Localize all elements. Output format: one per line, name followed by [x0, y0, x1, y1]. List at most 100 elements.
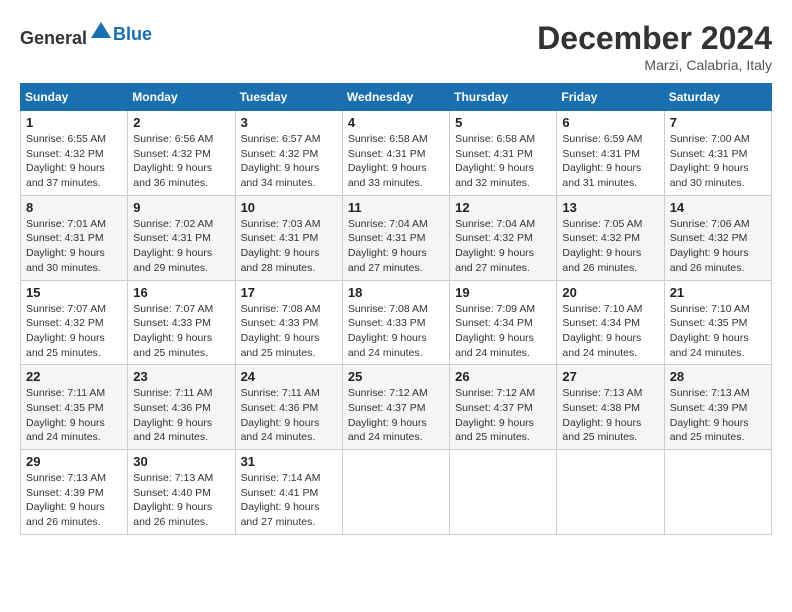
day-info: Sunrise: 7:04 AMSunset: 4:32 PMDaylight:…	[455, 217, 551, 276]
day-number: 23	[133, 369, 229, 384]
table-row: 8Sunrise: 7:01 AMSunset: 4:31 PMDaylight…	[21, 195, 128, 280]
table-row: 3 Sunrise: 6:57 AMSunset: 4:32 PMDaylight…	[235, 111, 342, 196]
calendar-header-row: Sunday Monday Tuesday Wednesday Thursday…	[21, 84, 772, 111]
day-info: Sunrise: 6:58 AMSunset: 4:31 PMDaylight:…	[348, 132, 444, 191]
table-row: 30 Sunrise: 7:13 AMSunset: 4:40 PMDayligh…	[128, 450, 235, 535]
day-number: 9	[133, 200, 229, 215]
day-info: Sunrise: 7:13 AMSunset: 4:40 PMDaylight:…	[133, 471, 229, 530]
day-number: 11	[348, 200, 444, 215]
day-number: 22	[26, 369, 122, 384]
day-info: Sunrise: 7:11 AMSunset: 4:35 PMDaylight:…	[26, 386, 122, 445]
day-number: 24	[241, 369, 337, 384]
day-info: Sunrise: 7:05 AMSunset: 4:32 PMDaylight:…	[562, 217, 658, 276]
day-number: 17	[241, 285, 337, 300]
table-row: 9 Sunrise: 7:02 AMSunset: 4:31 PMDaylight…	[128, 195, 235, 280]
day-info: Sunrise: 7:08 AMSunset: 4:33 PMDaylight:…	[348, 302, 444, 361]
day-info: Sunrise: 7:13 AMSunset: 4:38 PMDaylight:…	[562, 386, 658, 445]
table-row: 26 Sunrise: 7:12 AMSunset: 4:37 PMDayligh…	[450, 365, 557, 450]
day-info: Sunrise: 6:58 AMSunset: 4:31 PMDaylight:…	[455, 132, 551, 191]
table-row: 10Sunrise: 7:03 AMSunset: 4:31 PMDayligh…	[235, 195, 342, 280]
day-info: Sunrise: 7:01 AMSunset: 4:31 PMDaylight:…	[26, 217, 122, 276]
calendar-row: 22 Sunrise: 7:11 AMSunset: 4:35 PMDayligh…	[21, 365, 772, 450]
day-info: Sunrise: 7:08 AMSunset: 4:33 PMDaylight:…	[241, 302, 337, 361]
table-row: 25 Sunrise: 7:12 AMSunset: 4:37 PMDayligh…	[342, 365, 449, 450]
col-saturday: Saturday	[664, 84, 771, 111]
day-info: Sunrise: 7:03 AMSunset: 4:31 PMDaylight:…	[241, 217, 337, 276]
day-number: 25	[348, 369, 444, 384]
day-info: Sunrise: 7:00 AMSunset: 4:31 PMDaylight:…	[670, 132, 766, 191]
day-info: Sunrise: 7:04 AMSunset: 4:31 PMDaylight:…	[348, 217, 444, 276]
day-number: 21	[670, 285, 766, 300]
day-info: Sunrise: 6:55 AMSunset: 4:32 PMDaylight:…	[26, 132, 122, 191]
table-row: 11 Sunrise: 7:04 AMSunset: 4:31 PMDayligh…	[342, 195, 449, 280]
day-number: 6	[562, 115, 658, 130]
day-number: 7	[670, 115, 766, 130]
logo-blue: Blue	[113, 24, 152, 44]
day-info: Sunrise: 7:09 AMSunset: 4:34 PMDaylight:…	[455, 302, 551, 361]
day-info: Sunrise: 7:02 AMSunset: 4:31 PMDaylight:…	[133, 217, 229, 276]
day-info: Sunrise: 7:12 AMSunset: 4:37 PMDaylight:…	[348, 386, 444, 445]
day-number: 31	[241, 454, 337, 469]
day-info: Sunrise: 7:13 AMSunset: 4:39 PMDaylight:…	[670, 386, 766, 445]
table-row: 17 Sunrise: 7:08 AMSunset: 4:33 PMDayligh…	[235, 280, 342, 365]
logo-general: General	[20, 28, 87, 48]
day-number: 13	[562, 200, 658, 215]
empty-cell	[557, 450, 664, 535]
title-area: December 2024 Marzi, Calabria, Italy	[537, 20, 772, 73]
day-number: 29	[26, 454, 122, 469]
day-info: Sunrise: 7:10 AMSunset: 4:35 PMDaylight:…	[670, 302, 766, 361]
col-wednesday: Wednesday	[342, 84, 449, 111]
day-number: 30	[133, 454, 229, 469]
day-info: Sunrise: 6:56 AMSunset: 4:32 PMDaylight:…	[133, 132, 229, 191]
table-row: 6 Sunrise: 6:59 AMSunset: 4:31 PMDaylight…	[557, 111, 664, 196]
day-info: Sunrise: 7:12 AMSunset: 4:37 PMDaylight:…	[455, 386, 551, 445]
day-number: 26	[455, 369, 551, 384]
table-row: 7 Sunrise: 7:00 AMSunset: 4:31 PMDaylight…	[664, 111, 771, 196]
day-number: 2	[133, 115, 229, 130]
empty-cell	[450, 450, 557, 535]
calendar-row: 8Sunrise: 7:01 AMSunset: 4:31 PMDaylight…	[21, 195, 772, 280]
table-row: 13 Sunrise: 7:05 AMSunset: 4:32 PMDayligh…	[557, 195, 664, 280]
day-info: Sunrise: 6:59 AMSunset: 4:31 PMDaylight:…	[562, 132, 658, 191]
day-number: 1	[26, 115, 122, 130]
day-info: Sunrise: 6:57 AMSunset: 4:32 PMDaylight:…	[241, 132, 337, 191]
day-number: 27	[562, 369, 658, 384]
table-row: 18 Sunrise: 7:08 AMSunset: 4:33 PMDayligh…	[342, 280, 449, 365]
empty-cell	[664, 450, 771, 535]
day-number: 18	[348, 285, 444, 300]
day-info: Sunrise: 7:06 AMSunset: 4:32 PMDaylight:…	[670, 217, 766, 276]
day-info: Sunrise: 7:13 AMSunset: 4:39 PMDaylight:…	[26, 471, 122, 530]
table-row: 20Sunrise: 7:10 AMSunset: 4:34 PMDayligh…	[557, 280, 664, 365]
table-row: 21 Sunrise: 7:10 AMSunset: 4:35 PMDayligh…	[664, 280, 771, 365]
table-row: 12Sunrise: 7:04 AMSunset: 4:32 PMDayligh…	[450, 195, 557, 280]
page-header: General Blue December 2024 Marzi, Calabr…	[20, 20, 772, 73]
table-row: 2 Sunrise: 6:56 AMSunset: 4:32 PMDaylight…	[128, 111, 235, 196]
col-tuesday: Tuesday	[235, 84, 342, 111]
table-row: 31Sunrise: 7:14 AMSunset: 4:41 PMDayligh…	[235, 450, 342, 535]
table-row: 19Sunrise: 7:09 AMSunset: 4:34 PMDayligh…	[450, 280, 557, 365]
table-row: 27 Sunrise: 7:13 AMSunset: 4:38 PMDayligh…	[557, 365, 664, 450]
day-number: 16	[133, 285, 229, 300]
day-number: 15	[26, 285, 122, 300]
table-row: 15Sunrise: 7:07 AMSunset: 4:32 PMDayligh…	[21, 280, 128, 365]
location: Marzi, Calabria, Italy	[537, 57, 772, 73]
day-info: Sunrise: 7:11 AMSunset: 4:36 PMDaylight:…	[241, 386, 337, 445]
table-row: 28Sunrise: 7:13 AMSunset: 4:39 PMDayligh…	[664, 365, 771, 450]
table-row: 24 Sunrise: 7:11 AMSunset: 4:36 PMDayligh…	[235, 365, 342, 450]
calendar-row: 29 Sunrise: 7:13 AMSunset: 4:39 PMDayligh…	[21, 450, 772, 535]
logo: General Blue	[20, 20, 152, 49]
day-number: 14	[670, 200, 766, 215]
day-number: 5	[455, 115, 551, 130]
calendar-table: Sunday Monday Tuesday Wednesday Thursday…	[20, 83, 772, 535]
table-row: 1 Sunrise: 6:55 AMSunset: 4:32 PMDaylight…	[21, 111, 128, 196]
calendar-row: 15Sunrise: 7:07 AMSunset: 4:32 PMDayligh…	[21, 280, 772, 365]
col-friday: Friday	[557, 84, 664, 111]
day-number: 3	[241, 115, 337, 130]
table-row: 22 Sunrise: 7:11 AMSunset: 4:35 PMDayligh…	[21, 365, 128, 450]
day-info: Sunrise: 7:10 AMSunset: 4:34 PMDaylight:…	[562, 302, 658, 361]
col-thursday: Thursday	[450, 84, 557, 111]
calendar-row: 1 Sunrise: 6:55 AMSunset: 4:32 PMDaylight…	[21, 111, 772, 196]
day-number: 4	[348, 115, 444, 130]
col-sunday: Sunday	[21, 84, 128, 111]
col-monday: Monday	[128, 84, 235, 111]
